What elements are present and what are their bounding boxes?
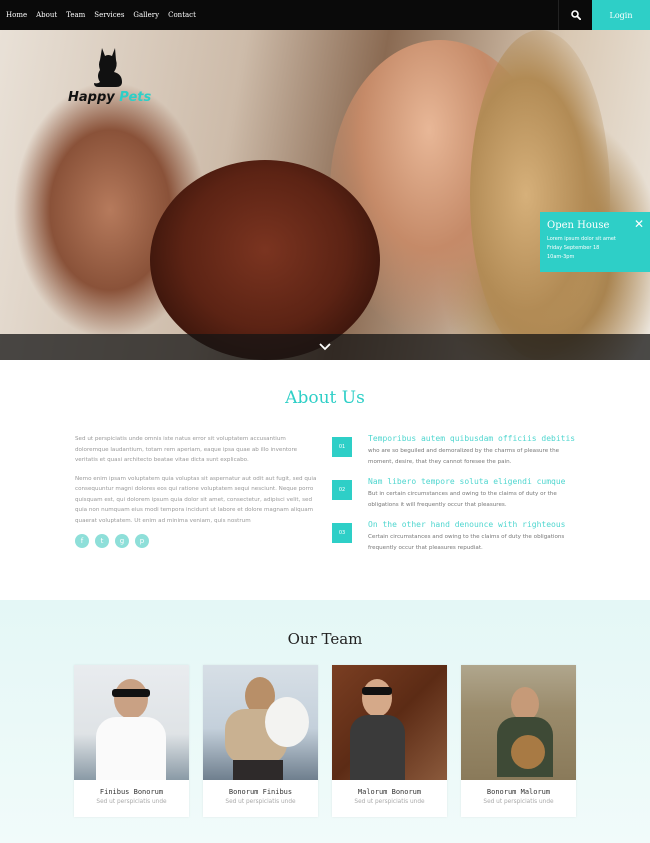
team-member-subtitle: Sed ut perspiciatis unde <box>483 799 554 805</box>
chevron-down-icon[interactable] <box>319 343 331 351</box>
team-member-name: Bonorum Malorum <box>486 788 551 796</box>
nav-link-contact[interactable]: Contact <box>168 11 196 19</box>
logo-text: Happy Pets <box>68 90 151 105</box>
feature-item: 03 On the other hand denounce with right… <box>332 520 582 563</box>
feature-item: 01 Temporibus autem quibusdam officiis d… <box>332 434 582 477</box>
twitter-icon[interactable]: t <box>95 534 109 548</box>
close-icon[interactable]: ✕ <box>634 217 644 231</box>
feature-item: 02 Nam libero tempore soluta eligendi cu… <box>332 477 582 520</box>
open-house-line1: Lorem ipsum dolor sit amet <box>547 236 616 242</box>
team-member-photo <box>203 665 318 780</box>
team-member-name: Finibus Bonorum <box>99 788 164 796</box>
logo-text-pets: Pets <box>119 90 152 105</box>
search-button[interactable] <box>558 0 592 30</box>
team-member-photo <box>74 665 189 780</box>
feature-title[interactable]: Nam libero tempore soluta eligendi cumqu… <box>368 477 565 486</box>
about-paragraph: Nemo enim ipsam voluptatem quia voluptas… <box>75 475 317 524</box>
open-house-title: Open House <box>547 220 610 231</box>
about-section: About Us Sed ut perspiciatis unde omnis … <box>0 360 650 600</box>
nav-link-team[interactable]: Team <box>66 11 85 19</box>
google-plus-icon[interactable]: g <box>115 534 129 548</box>
nav-link-services[interactable]: Services <box>94 11 124 19</box>
team-card[interactable]: Bonorum Finibus Sed ut perspiciatis unde <box>203 665 318 817</box>
open-house-panel: ✕ Open House Lorem ipsum dolor sit amet … <box>540 212 650 272</box>
social-links: f t g p <box>75 534 320 548</box>
facebook-icon[interactable]: f <box>75 534 89 548</box>
team-member-photo <box>332 665 447 780</box>
team-member-subtitle: Sed ut perspiciatis unde <box>96 799 167 805</box>
hero-hair-figure <box>470 30 610 360</box>
scroll-down-bar[interactable] <box>0 334 650 360</box>
team-member-subtitle: Sed ut perspiciatis unde <box>225 799 296 805</box>
team-member-name: Bonorum Finibus <box>228 788 293 796</box>
site-logo[interactable]: Happy Pets <box>66 44 156 110</box>
team-card[interactable]: Malorum Bonorum Sed ut perspiciatis unde <box>332 665 447 817</box>
nav-link-home[interactable]: Home <box>6 11 27 19</box>
about-text-column: Sed ut perspiciatis unde omnis iste natu… <box>75 434 320 548</box>
login-button[interactable]: Login <box>592 0 650 30</box>
hero-puppy-figure <box>150 160 380 360</box>
about-paragraph: Sed ut perspiciatis unde omnis iste natu… <box>75 436 298 463</box>
nav-link-gallery[interactable]: Gallery <box>133 11 159 19</box>
team-member-photo <box>461 665 576 780</box>
pinterest-icon[interactable]: p <box>135 534 149 548</box>
feature-number: 02 <box>332 480 352 500</box>
team-title: Our Team <box>287 630 363 648</box>
feature-title[interactable]: Temporibus autem quibusdam officiis debi… <box>368 434 575 443</box>
logo-text-happy: Happy <box>68 90 115 105</box>
feature-number: 01 <box>332 437 352 457</box>
cat-icon <box>94 48 122 87</box>
about-title: About Us <box>285 388 365 408</box>
feature-description: But in certain circumstances and owing t… <box>368 491 557 508</box>
feature-title[interactable]: On the other hand denounce with righteou… <box>368 520 565 529</box>
team-cards: Finibus Bonorum Sed ut perspiciatis unde… <box>74 665 576 817</box>
team-member-subtitle: Sed ut perspiciatis unde <box>354 799 425 805</box>
team-member-name: Malorum Bonorum <box>357 788 422 796</box>
open-house-line3: 10am-3pm <box>547 254 575 260</box>
search-icon <box>570 10 581 20</box>
nav-link-about[interactable]: About <box>36 11 57 19</box>
feature-description: Certain circumstances and owing to the c… <box>368 534 565 551</box>
team-section: Our Team Finibus Bonorum Sed ut perspici… <box>0 600 650 843</box>
team-card[interactable]: Finibus Bonorum Sed ut perspiciatis unde <box>74 665 189 817</box>
feature-description: who are so beguiled and demoralized by t… <box>368 448 560 465</box>
open-house-line2: Friday September 18 <box>547 245 600 251</box>
top-navbar: Home About Team Services Gallery Contact… <box>0 0 650 30</box>
hero-banner: Happy Pets ✕ Open House Lorem ipsum dolo… <box>0 30 650 360</box>
feature-number: 03 <box>332 523 352 543</box>
feature-list: 01 Temporibus autem quibusdam officiis d… <box>332 434 582 563</box>
team-card[interactable]: Bonorum Malorum Sed ut perspiciatis unde <box>461 665 576 817</box>
nav-links: Home About Team Services Gallery Contact <box>6 0 196 30</box>
